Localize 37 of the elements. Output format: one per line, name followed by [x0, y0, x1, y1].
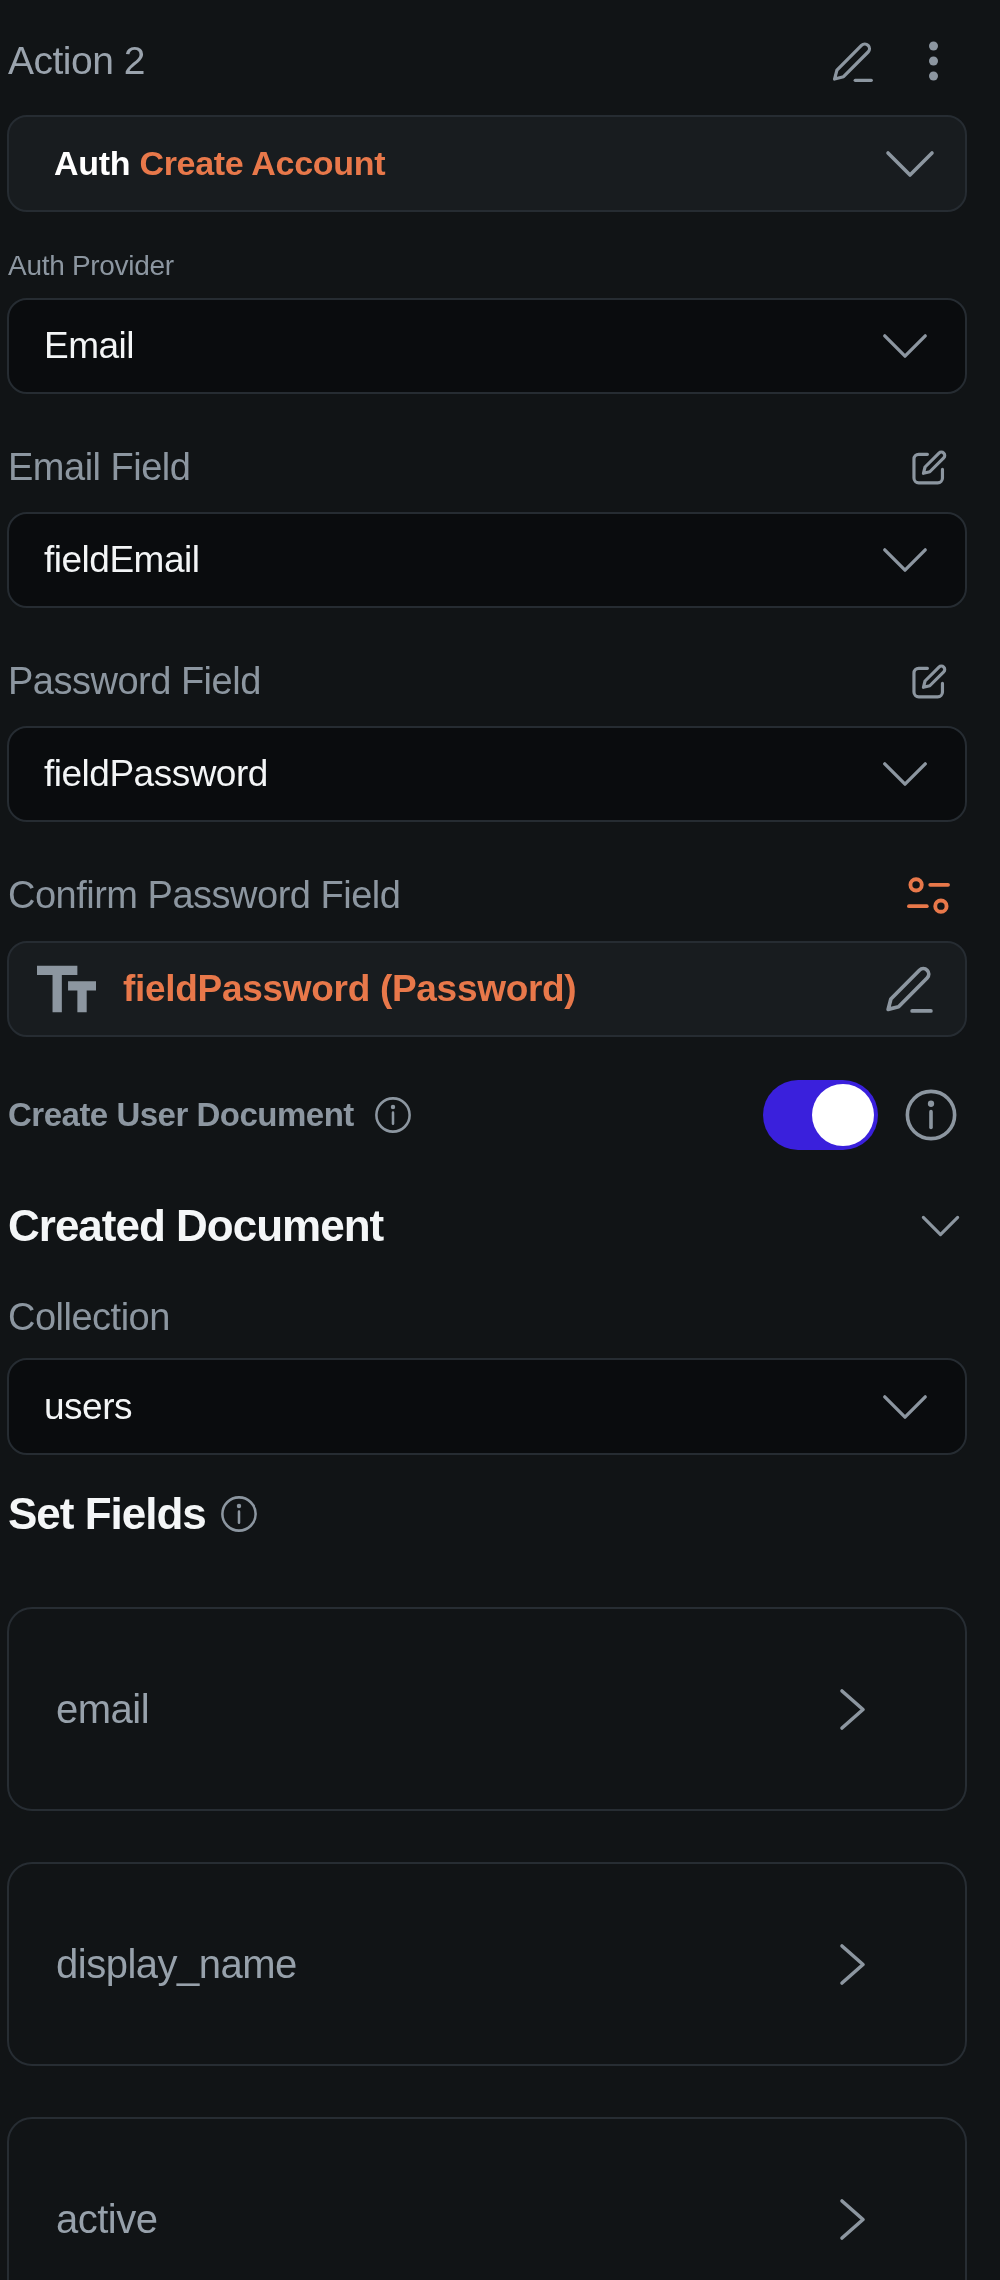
action-dropdown[interactable]: Auth Create Account: [7, 115, 967, 212]
section-heading: Set Fields: [7, 1488, 206, 1540]
chevron-right-icon: [838, 1686, 867, 1732]
info-icon[interactable]: [904, 1088, 958, 1142]
select-dropdown[interactable]: fieldPassword: [7, 726, 967, 822]
variable-field[interactable]: fieldPassword (Password): [7, 941, 967, 1037]
chevron-down-icon: [885, 149, 935, 178]
field-label: Collection: [7, 1295, 171, 1340]
chevron-right-icon: [838, 2196, 867, 2242]
field-label: Password Field: [7, 659, 261, 704]
field-label: Email Field: [7, 445, 191, 490]
edit-square-icon[interactable]: [910, 448, 948, 486]
chevron-down-icon[interactable]: [921, 1213, 960, 1239]
sliders-icon[interactable]: [907, 875, 950, 915]
chevron-down-icon: [882, 1393, 928, 1420]
select-dropdown[interactable]: users: [7, 1358, 967, 1455]
chevron-down-icon: [882, 333, 928, 359]
edit-icon[interactable]: [883, 964, 935, 1014]
text-type-icon: [37, 965, 96, 1013]
chevron-down-icon: [882, 761, 928, 787]
edit-icon[interactable]: [830, 39, 875, 83]
select-dropdown[interactable]: fieldEmail: [7, 512, 967, 608]
action-title: Action 2: [7, 38, 145, 84]
more-icon[interactable]: [926, 41, 941, 81]
toggle-label: Create User Document: [7, 1096, 354, 1134]
field-card[interactable]: display_name: [7, 1862, 967, 2066]
info-icon[interactable]: [373, 1096, 412, 1134]
info-icon[interactable]: [219, 1495, 258, 1533]
chevron-down-icon: [882, 547, 928, 573]
select-dropdown[interactable]: Email: [7, 298, 967, 394]
field-card[interactable]: active: [7, 2117, 967, 2280]
field-card[interactable]: email: [7, 1607, 967, 1811]
field-label: Confirm Password Field: [7, 873, 401, 918]
section-heading: Created Document: [7, 1200, 384, 1252]
chevron-right-icon: [838, 1941, 867, 1987]
field-label: Auth Provider: [7, 249, 175, 283]
edit-square-icon[interactable]: [910, 662, 948, 700]
